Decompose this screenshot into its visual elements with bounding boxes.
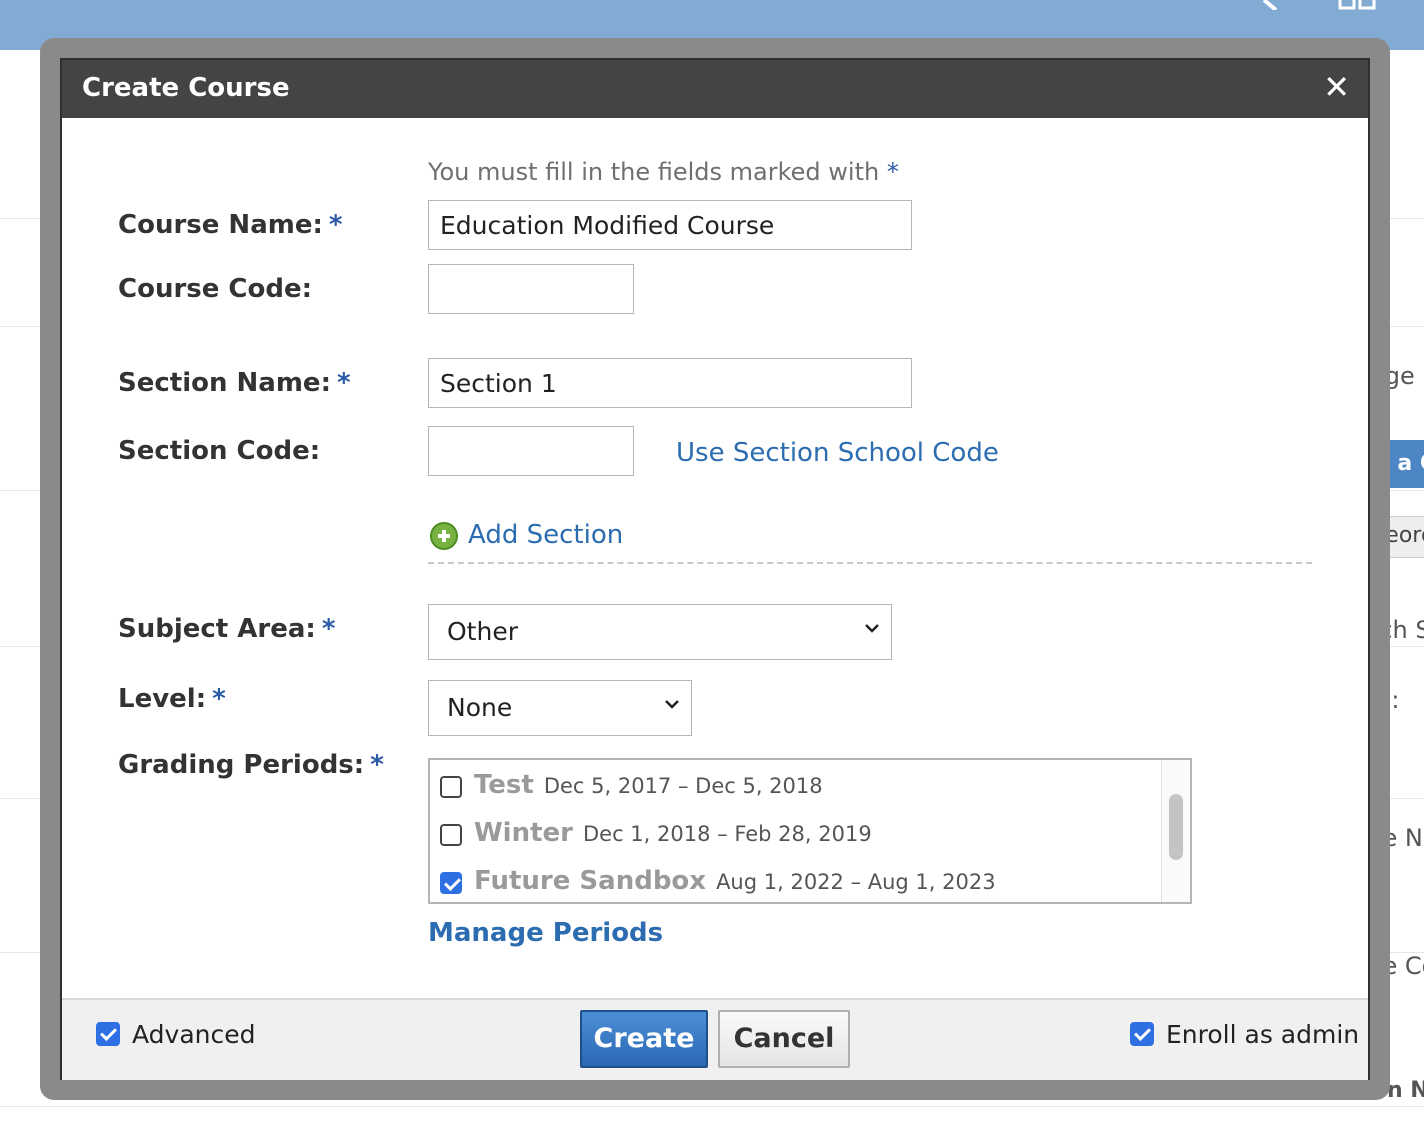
dialog-header: Create Course ✕ — [62, 60, 1368, 118]
level-label: Level: * — [118, 684, 226, 714]
required-marker: * — [886, 158, 899, 186]
section-name-input[interactable] — [428, 358, 912, 408]
course-code-input[interactable] — [428, 264, 634, 314]
section-divider — [428, 562, 1312, 564]
scrollbar-thumb[interactable] — [1169, 794, 1183, 860]
dialog-title: Create Course — [82, 73, 290, 103]
manage-periods-link[interactable]: Manage Periods — [428, 918, 663, 948]
periods-scrollbar[interactable] — [1161, 760, 1190, 902]
create-button[interactable]: Create — [580, 1010, 708, 1068]
create-course-dialog: Create Course ✕ You must fill in the fie… — [60, 58, 1370, 1080]
advanced-label: Advanced — [132, 1020, 256, 1049]
enroll-admin-label: Enroll as admin — [1166, 1020, 1360, 1049]
grading-periods-label: Grading Periods: * — [118, 750, 384, 780]
chevron-down-icon — [665, 700, 679, 709]
advanced-checkbox[interactable] — [96, 1022, 120, 1046]
course-name-input[interactable] — [428, 200, 912, 250]
grid-icon[interactable] — [1338, 0, 1378, 10]
course-code-label: Course Code: — [118, 274, 313, 304]
section-code-label: Section Code: — [118, 436, 321, 466]
subject-area-select[interactable]: Other — [428, 604, 892, 660]
required-fields-note: You must fill in the fields marked with … — [428, 158, 899, 186]
period-checkbox[interactable] — [440, 872, 462, 894]
cancel-button[interactable]: Cancel — [718, 1010, 850, 1068]
add-section-link[interactable]: Add Section — [468, 520, 623, 550]
close-icon[interactable]: ✕ — [1323, 68, 1350, 106]
section-code-input[interactable] — [428, 426, 634, 476]
enroll-admin-checkbox[interactable] — [1130, 1022, 1154, 1046]
level-select[interactable]: None — [428, 680, 692, 736]
subject-area-label: Subject Area: * — [118, 614, 336, 644]
use-section-school-code-link[interactable]: Use Section School Code — [676, 438, 999, 468]
dialog-footer: Advanced Create Cancel Enroll as admin — [62, 998, 1368, 1080]
add-circle-icon[interactable] — [430, 522, 458, 550]
course-name-label: Course Name: * — [118, 210, 343, 240]
grading-periods-list[interactable]: Test Dec 5, 2017 – Dec 5, 2018 Winter Dec … — [428, 758, 1192, 904]
search-icon[interactable] — [1256, 0, 1280, 10]
chevron-down-icon — [865, 624, 879, 633]
period-checkbox[interactable] — [440, 824, 462, 846]
period-checkbox[interactable] — [440, 776, 462, 798]
section-name-label: Section Name: * — [118, 368, 351, 398]
